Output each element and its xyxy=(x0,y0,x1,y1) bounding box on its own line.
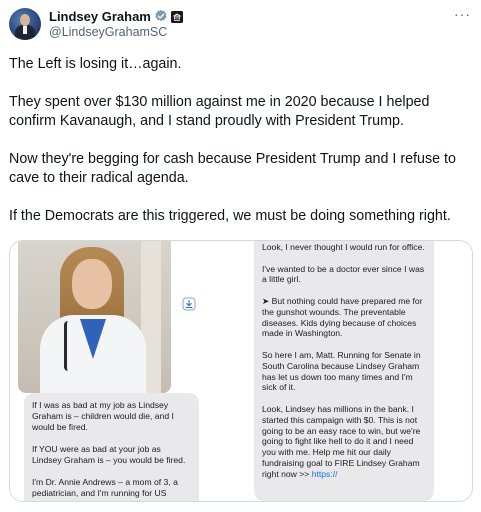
message-text: I'm Dr. Annie Andrews – a mom of 3, a pe… xyxy=(32,477,178,498)
message-text: If I was as bad at my job as Lindsey Gra… xyxy=(32,400,174,432)
author-handle[interactable]: @LindseyGrahamSC xyxy=(49,25,167,39)
message-text: Look, I never thought I would run for of… xyxy=(262,242,425,252)
fundraising-link[interactable]: https:// xyxy=(312,469,338,479)
tweet-paragraph: The Left is losing it…again. xyxy=(9,56,182,72)
more-options-icon[interactable]: ··· xyxy=(454,6,471,22)
tweet-media[interactable]: If I was as bad at my job as Lindsey Gra… xyxy=(9,240,473,502)
government-badge-icon[interactable] xyxy=(170,10,183,23)
author-name-row: Lindsey Graham xyxy=(49,8,183,24)
tweet-paragraph: They spent over $130 million against me … xyxy=(9,94,430,129)
verified-badge-icon[interactable] xyxy=(154,9,168,23)
message-text-last: Look, Lindsey has millions in the bank. … xyxy=(262,404,426,480)
save-image-icon[interactable] xyxy=(182,297,196,311)
doctor-photo xyxy=(18,241,171,393)
message-text: So here I am, Matt. Running for Senate i… xyxy=(262,349,421,393)
photo-face xyxy=(72,259,112,309)
message-text: If YOU were as bad at your job as Lindse… xyxy=(32,444,186,465)
message-text: I've wanted to be a doctor ever since I … xyxy=(262,263,425,285)
tweet-paragraph: If the Democrats are this triggered, we … xyxy=(9,208,451,224)
message-bubble-left: If I was as bad at my job as Lindsey Gra… xyxy=(24,393,199,501)
message-text: ➤ But nothing could have prepared me for… xyxy=(262,295,423,339)
avatar[interactable] xyxy=(9,8,41,40)
media-image-right[interactable]: Look, I never thought I would run for of… xyxy=(242,241,472,501)
message-bubble-right: Look, I never thought I would run for of… xyxy=(254,241,434,501)
tweet-header: Lindsey Graham @LindseyGrahamSC ··· xyxy=(9,6,473,44)
media-image-left[interactable]: If I was as bad at my job as Lindsey Gra… xyxy=(10,241,242,501)
tweet-paragraph: Now they're begging for cash because Pre… xyxy=(9,151,456,186)
photo-stethoscope xyxy=(64,321,72,371)
message-text: Look, Lindsey has millions in the bank. … xyxy=(262,403,421,479)
avatar-shirt xyxy=(23,26,27,34)
author-name[interactable]: Lindsey Graham xyxy=(49,9,151,24)
avatar-face xyxy=(20,14,30,26)
tweet-text: The Left is losing it…again. They spent … xyxy=(9,55,474,245)
